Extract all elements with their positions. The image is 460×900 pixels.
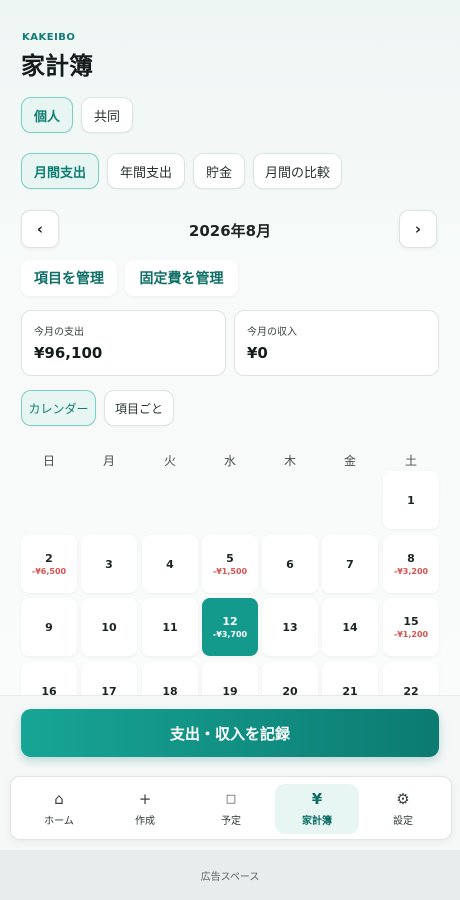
day-number: 7 xyxy=(346,557,354,571)
tabbar-label: 作成 xyxy=(135,816,155,827)
income-label: 今月の収入 xyxy=(247,327,297,338)
day-number: 8 xyxy=(407,552,415,565)
tab-annual-expense[interactable]: 年間支出 xyxy=(107,153,185,189)
tabbar-home[interactable]: ⌂ ホーム xyxy=(17,784,101,834)
brand-label: KAKEIBO xyxy=(22,32,76,43)
day-amount: -¥3,200 xyxy=(393,567,429,576)
calendar-day[interactable]: 12 -¥3,700 xyxy=(202,598,258,656)
calendar-day[interactable]: 11 xyxy=(142,598,198,656)
home-icon: ⌂ xyxy=(54,790,64,808)
calendar-day[interactable]: 15 -¥1,200 xyxy=(383,598,439,656)
page-title: 家計簿 xyxy=(21,52,93,80)
next-month-button[interactable]: › xyxy=(399,210,437,248)
tabbar-label: ホーム xyxy=(44,816,74,827)
day-number: 5 xyxy=(226,552,234,565)
calendar-day[interactable]: 7 xyxy=(322,535,378,593)
expense-label: 今月の支出 xyxy=(34,327,84,338)
day-amount: -¥3,700 xyxy=(212,630,248,639)
tabbar-label: 予定 xyxy=(221,816,241,827)
day-number: 10 xyxy=(101,620,117,634)
square-icon: □ xyxy=(225,792,237,805)
tab-monthly-expense[interactable]: 月間支出 xyxy=(21,153,99,189)
day-number: 15 xyxy=(403,615,419,628)
day-number: 3 xyxy=(105,557,113,571)
tabbar-schedule[interactable]: □ 予定 xyxy=(189,784,273,834)
app-root: KAKEIBO 家計簿 個人 共同 月間支出 年間支出 貯金 月間の比較 ‹ 2… xyxy=(0,0,460,900)
day-amount: -¥1,200 xyxy=(393,630,429,639)
calendar-day[interactable]: 14 xyxy=(322,598,378,656)
tab-monthly-compare[interactable]: 月間の比較 xyxy=(253,153,342,189)
weekday-label: 水 xyxy=(223,454,236,468)
tabbar-label: 家計簿 xyxy=(302,816,332,827)
tab-shared[interactable]: 共同 xyxy=(81,97,133,133)
weekday-label: 火 xyxy=(163,454,176,468)
day-number: 12 xyxy=(222,615,238,628)
tab-by-item[interactable]: 項目ごと xyxy=(104,390,174,426)
weekday-label: 金 xyxy=(343,454,356,468)
income-value: ¥0 xyxy=(247,344,268,362)
weekday-label: 土 xyxy=(404,454,417,468)
day-number: 11 xyxy=(162,620,178,634)
calendar-day[interactable]: 6 xyxy=(262,535,318,593)
calendar-day[interactable]: 5 -¥1,500 xyxy=(202,535,258,593)
day-number: 4 xyxy=(166,557,174,571)
gear-icon: ⚙ xyxy=(396,790,410,808)
month-label: 2026年8月 xyxy=(188,222,272,240)
calendar-day[interactable]: 1 xyxy=(383,471,439,529)
tab-calendar[interactable]: カレンダー xyxy=(21,390,96,426)
day-number: 1 xyxy=(407,493,415,507)
tabbar-create[interactable]: + 作成 xyxy=(103,784,187,834)
weekday-label: 月 xyxy=(102,454,115,468)
yen-icon: ¥ xyxy=(311,790,323,808)
ad-space: 広告スペース xyxy=(0,850,460,900)
calendar-day[interactable]: 2 -¥6,500 xyxy=(21,535,77,593)
calendar-day[interactable]: 8 -¥3,200 xyxy=(383,535,439,593)
expense-card: 今月の支出 ¥96,100 xyxy=(21,310,226,376)
calendar-day[interactable]: 13 xyxy=(262,598,318,656)
manage-fixed-costs-button[interactable]: 固定費を管理 xyxy=(125,260,238,296)
tabbar-label: 設定 xyxy=(393,816,413,827)
day-number: 9 xyxy=(45,620,53,634)
day-number: 2 xyxy=(45,552,53,565)
income-card: 今月の収入 ¥0 xyxy=(234,310,439,376)
day-amount: -¥6,500 xyxy=(31,567,67,576)
plus-icon: + xyxy=(138,790,152,808)
manage-items-button[interactable]: 項目を管理 xyxy=(21,260,117,296)
weekday-label: 木 xyxy=(283,454,296,468)
chevron-right-icon: › xyxy=(414,220,422,238)
day-number: 6 xyxy=(286,557,294,571)
tab-personal[interactable]: 個人 xyxy=(21,97,73,133)
tab-savings[interactable]: 貯金 xyxy=(193,153,245,189)
calendar-day[interactable]: 4 xyxy=(142,535,198,593)
day-number: 13 xyxy=(282,620,298,634)
day-number: 14 xyxy=(342,620,358,634)
expense-value: ¥96,100 xyxy=(34,344,103,362)
tabbar-settings[interactable]: ⚙ 設定 xyxy=(361,784,445,834)
bottom-tabbar: ⌂ ホーム + 作成 □ 予定 ¥ 家計簿 ⚙ 設定 xyxy=(10,776,452,840)
day-amount: -¥1,500 xyxy=(212,567,248,576)
weekday-label: 日 xyxy=(42,454,55,468)
tabbar-budget[interactable]: ¥ 家計簿 xyxy=(275,784,359,834)
record-button[interactable]: 支出・収入を記録 xyxy=(21,709,439,757)
calendar-day[interactable]: 3 xyxy=(81,535,137,593)
calendar-day[interactable]: 9 xyxy=(21,598,77,656)
calendar-day[interactable]: 10 xyxy=(81,598,137,656)
